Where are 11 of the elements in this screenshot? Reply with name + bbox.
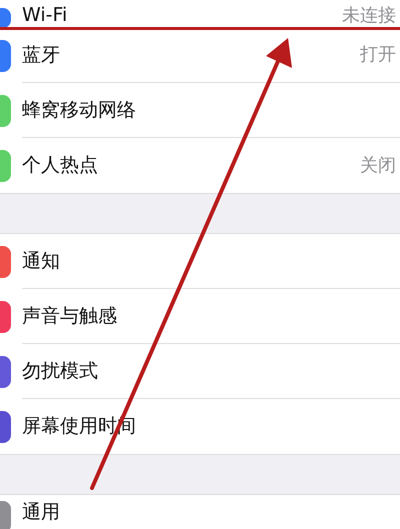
- setting-label[interactable]: 声音与触感: [22, 304, 117, 328]
- setting-label[interactable]: Wi-Fi: [22, 4, 68, 27]
- setting-label[interactable]: 蜂窝移动网络: [22, 98, 136, 122]
- setting-label[interactable]: 勿扰模式: [22, 360, 98, 382]
- setting-label[interactable]: 个人热点: [22, 154, 98, 177]
- setting-label[interactable]: 通知: [22, 250, 60, 272]
- setting-label[interactable]: 蓝牙: [22, 44, 60, 66]
- setting-value: 关闭: [360, 154, 396, 176]
- setting-value: 打开: [360, 44, 396, 66]
- setting-value: 未连接: [342, 5, 396, 27]
- setting-label[interactable]: 通用: [22, 501, 60, 524]
